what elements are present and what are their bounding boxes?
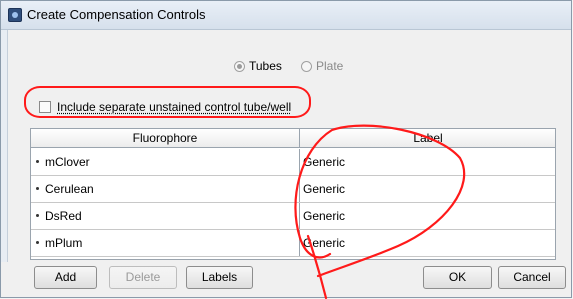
radio-plate-label: Plate <box>316 59 344 73</box>
table-row[interactable]: DsRed Generic <box>31 203 555 230</box>
title-bar[interactable]: Create Compensation Controls <box>1 1 571 30</box>
unstained-checkbox-label: Include separate unstained control tube/… <box>57 100 292 114</box>
column-header-label[interactable]: Label <box>300 129 555 148</box>
fluorophore-cell[interactable]: mPlum <box>31 230 300 256</box>
row-bullet-icon <box>36 241 39 244</box>
label-cell[interactable]: Generic <box>300 230 555 256</box>
label-cell[interactable]: Generic <box>300 176 555 202</box>
row-bullet-icon <box>36 187 39 190</box>
app-icon <box>8 8 22 22</box>
fluorophore-cell[interactable]: DsRed <box>31 203 300 229</box>
window-title: Create Compensation Controls <box>27 7 206 22</box>
fluorophore-name: Cerulean <box>45 182 94 196</box>
row-bullet-icon <box>36 160 39 163</box>
radio-tubes[interactable]: Tubes <box>234 59 282 73</box>
table-row[interactable]: Cerulean Generic <box>31 176 555 203</box>
table-row[interactable]: mPlum Generic <box>31 230 555 257</box>
radio-selected-icon <box>234 60 245 72</box>
fluorophore-name: mClover <box>45 155 90 169</box>
fluorophore-cell[interactable]: Cerulean <box>31 176 300 202</box>
delete-button[interactable]: Delete <box>109 266 177 289</box>
ok-button[interactable]: OK <box>423 266 492 289</box>
labels-button[interactable]: Labels <box>186 266 253 289</box>
unstained-checkbox[interactable] <box>39 101 51 113</box>
label-cell[interactable]: Generic <box>300 203 555 229</box>
radio-tubes-label: Tubes <box>249 59 282 73</box>
unstained-control-option[interactable]: Include separate unstained control tube/… <box>39 100 291 114</box>
table-header: Fluorophore Label <box>31 129 555 149</box>
table-row[interactable]: mClover Generic <box>31 149 555 176</box>
fluorophore-name: mPlum <box>45 236 83 250</box>
radio-unselected-icon <box>301 60 312 72</box>
add-button[interactable]: Add <box>34 266 97 289</box>
row-bullet-icon <box>36 214 39 217</box>
column-header-fluorophore[interactable]: Fluorophore <box>31 129 300 148</box>
left-window-edge <box>1 30 8 262</box>
fluorophore-cell[interactable]: mClover <box>31 149 300 175</box>
radio-plate[interactable]: Plate <box>301 59 343 73</box>
compensation-dialog: Create Compensation Controls Tubes Plate… <box>0 0 572 298</box>
label-cell[interactable]: Generic <box>300 149 555 175</box>
cancel-button[interactable]: Cancel <box>498 266 566 289</box>
fluorophore-name: DsRed <box>45 209 82 223</box>
fluorophore-table: Fluorophore Label mClover Generic Cerule… <box>30 128 556 260</box>
